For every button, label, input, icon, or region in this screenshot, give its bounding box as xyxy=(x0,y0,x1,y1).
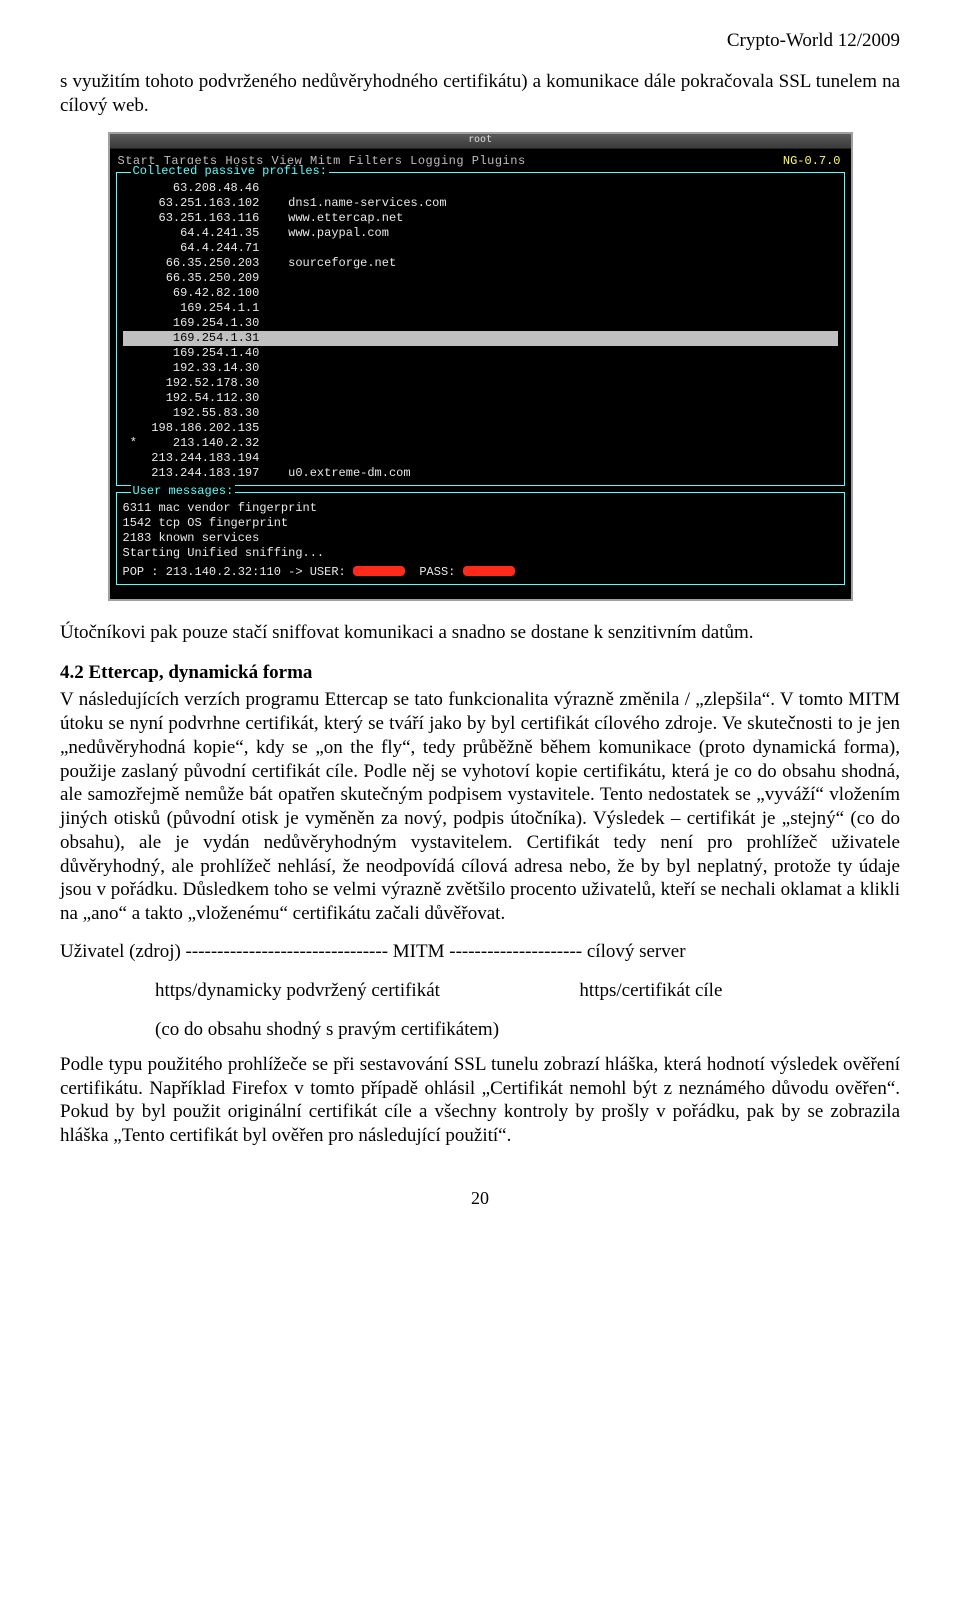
profile-row: 169.254.1.30 xyxy=(123,316,838,331)
pop-credentials-row: POP : 213.140.2.32:110 -> USER: PASS: xyxy=(123,565,838,580)
profiles-list: 63.208.48.46 63.251.163.102 dns1.name-se… xyxy=(123,173,838,481)
profile-row: 213.244.183.194 xyxy=(123,451,838,466)
diagram-line-1: Uživatel (zdroj) -----------------------… xyxy=(60,940,900,964)
diagram-left-label: https/dynamicky podvržený certifikát xyxy=(155,980,440,1001)
profile-row: 63.251.163.102 dns1.name-services.com xyxy=(123,196,838,211)
terminal-body: Start Targets Hosts View Mitm Filters Lo… xyxy=(110,149,851,599)
titlebar-text: root xyxy=(468,134,492,145)
closing-paragraph: Podle typu použitého prohlížeče se při s… xyxy=(60,1053,900,1148)
intro-paragraph: s využitím tohoto podvrženého nedůvěryho… xyxy=(60,70,900,118)
profile-row: * 213.140.2.32 xyxy=(123,436,838,451)
section-heading: 4.2 Ettercap, dynamická forma xyxy=(60,662,900,684)
profile-row: 192.33.14.30 xyxy=(123,361,838,376)
message-row: 2183 known services xyxy=(123,531,838,546)
messages-list: 6311 mac vendor fingerprint1542 tcp OS f… xyxy=(123,493,838,580)
diagram-note: (co do obsahu shodný s pravým certifikát… xyxy=(155,1017,900,1043)
profile-row: 192.54.112.30 xyxy=(123,391,838,406)
messages-frame: User messages: 6311 mac vendor fingerpri… xyxy=(116,492,845,585)
profile-row: 192.52.178.30 xyxy=(123,376,838,391)
ettercap-screenshot: root Start Targets Hosts View Mitm Filte… xyxy=(108,132,853,601)
window-titlebar: root xyxy=(110,134,851,149)
after-screenshot-paragraph: Útočníkovi pak pouze stačí sniffovat kom… xyxy=(60,621,900,645)
version-label: NG-0.7.0 xyxy=(783,154,841,169)
profile-row: 63.208.48.46 xyxy=(123,181,838,196)
profile-row: 192.55.83.30 xyxy=(123,406,838,421)
redacted-user xyxy=(353,566,405,576)
profile-row: 66.35.250.203 sourceforge.net xyxy=(123,256,838,271)
diagram-indent: https/dynamicky podvržený certifikát htt… xyxy=(155,978,900,1043)
profile-row: 213.244.183.197 u0.extreme-dm.com xyxy=(123,466,838,481)
message-row: 1542 tcp OS fingerprint xyxy=(123,516,838,531)
profile-row: 169.254.1.31 xyxy=(123,331,838,346)
redacted-pass xyxy=(463,566,515,576)
profile-row: 169.254.1.1 xyxy=(123,301,838,316)
profile-row: 64.4.241.35 www.paypal.com xyxy=(123,226,838,241)
message-row: Starting Unified sniffing... xyxy=(123,546,838,561)
profiles-frame: Collected passive profiles: 63.208.48.46… xyxy=(116,172,845,486)
profile-row: 69.42.82.100 xyxy=(123,286,838,301)
profile-row: 66.35.250.209 xyxy=(123,271,838,286)
header-issue: Crypto-World 12/2009 xyxy=(60,30,900,52)
page-number: 20 xyxy=(60,1188,900,1209)
profile-row: 64.4.244.71 xyxy=(123,241,838,256)
section-body: V následujících verzích programu Etterca… xyxy=(60,688,900,926)
diagram-right-label: https/certifikát cíle xyxy=(579,980,722,1001)
profile-row: 169.254.1.40 xyxy=(123,346,838,361)
message-row: 6311 mac vendor fingerprint xyxy=(123,501,838,516)
document-page: Crypto-World 12/2009 s využitím tohoto p… xyxy=(0,0,960,1249)
profile-row: 63.251.163.116 www.ettercap.net xyxy=(123,211,838,226)
profile-row: 198.186.202.135 xyxy=(123,421,838,436)
diagram-row-labels: https/dynamicky podvržený certifikát htt… xyxy=(155,978,900,1004)
